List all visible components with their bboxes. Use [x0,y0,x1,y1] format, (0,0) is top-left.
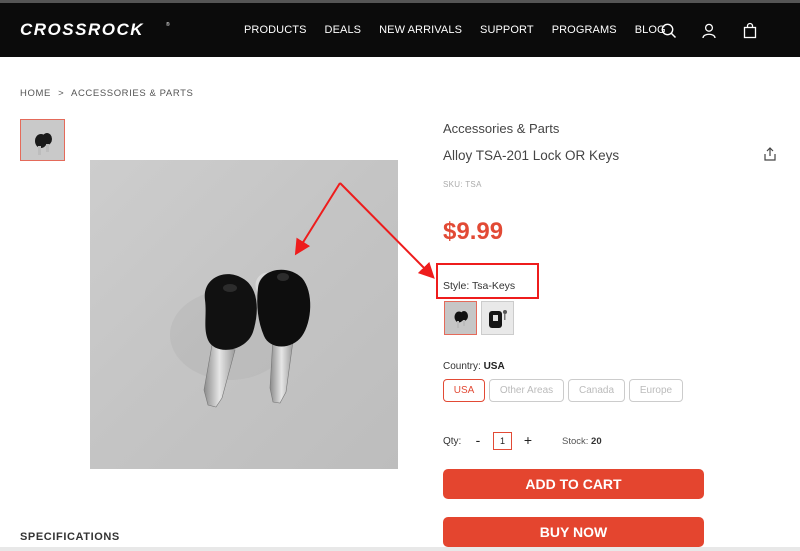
country-option-europe[interactable]: Europe [629,379,683,402]
nav-programs[interactable]: PROGRAMS [552,24,617,36]
cart-icon[interactable] [741,22,759,40]
quantity-increase-button[interactable]: + [522,432,534,448]
quantity-label: Qty: [443,436,462,447]
stock-label: Stock: [562,436,589,447]
gallery-thumbnail[interactable] [20,119,65,161]
logo-text: CROSSROCK [20,20,144,38]
country-label: Country: USA [443,361,505,372]
nav-support[interactable]: SUPPORT [480,24,534,36]
search-icon[interactable] [660,22,678,40]
breadcrumb: HOME > ACCESSORIES & PARTS [20,88,193,99]
user-icon[interactable] [700,22,718,40]
country-selected-value: USA [483,361,505,372]
svg-text:®: ® [166,21,170,28]
page-bottom-divider [0,547,800,551]
buy-now-button[interactable]: BUY NOW [443,517,704,547]
quantity-input[interactable]: 1 [493,432,512,450]
product-sku: SKU: TSA [443,180,482,189]
country-option-canada[interactable]: Canada [568,379,625,402]
nav-products[interactable]: PRODUCTS [244,24,307,36]
product-category[interactable]: Accessories & Parts [443,121,559,136]
stock-indicator: Stock: 20 [562,436,602,447]
quantity-decrease-button[interactable]: - [473,432,483,448]
country-option-usa[interactable]: USA [443,379,485,402]
nav-deals[interactable]: DEALS [325,24,362,36]
breadcrumb-current[interactable]: ACCESSORIES & PARTS [71,88,193,99]
share-icon[interactable] [762,146,778,162]
specifications-heading[interactable]: SPECIFICATIONS [20,531,120,543]
product-title: Alloy TSA-201 Lock OR Keys [443,148,620,163]
top-navigation-bar: CROSSROCK ® PRODUCTS DEALS NEW ARRIVALS … [0,0,800,57]
nav-new-arrivals[interactable]: NEW ARRIVALS [379,24,462,36]
stock-value: 20 [591,436,602,447]
country-option-other-areas[interactable]: Other Areas [489,379,564,402]
main-nav: PRODUCTS DEALS NEW ARRIVALS SUPPORT PROG… [244,24,684,36]
style-swatch-tsa-keys[interactable] [444,301,477,335]
country-label-text: Country: [443,361,481,372]
add-to-cart-button[interactable]: ADD TO CART [443,469,704,499]
crossrock-logo[interactable]: CROSSROCK ® [20,20,170,38]
breadcrumb-home[interactable]: HOME [20,88,51,99]
product-price: $9.99 [443,218,504,245]
main-product-image[interactable] [90,160,398,469]
style-swatch-tsa-lock[interactable] [481,301,514,335]
breadcrumb-separator: > [58,88,65,99]
annotation-highlight-box [436,263,539,299]
